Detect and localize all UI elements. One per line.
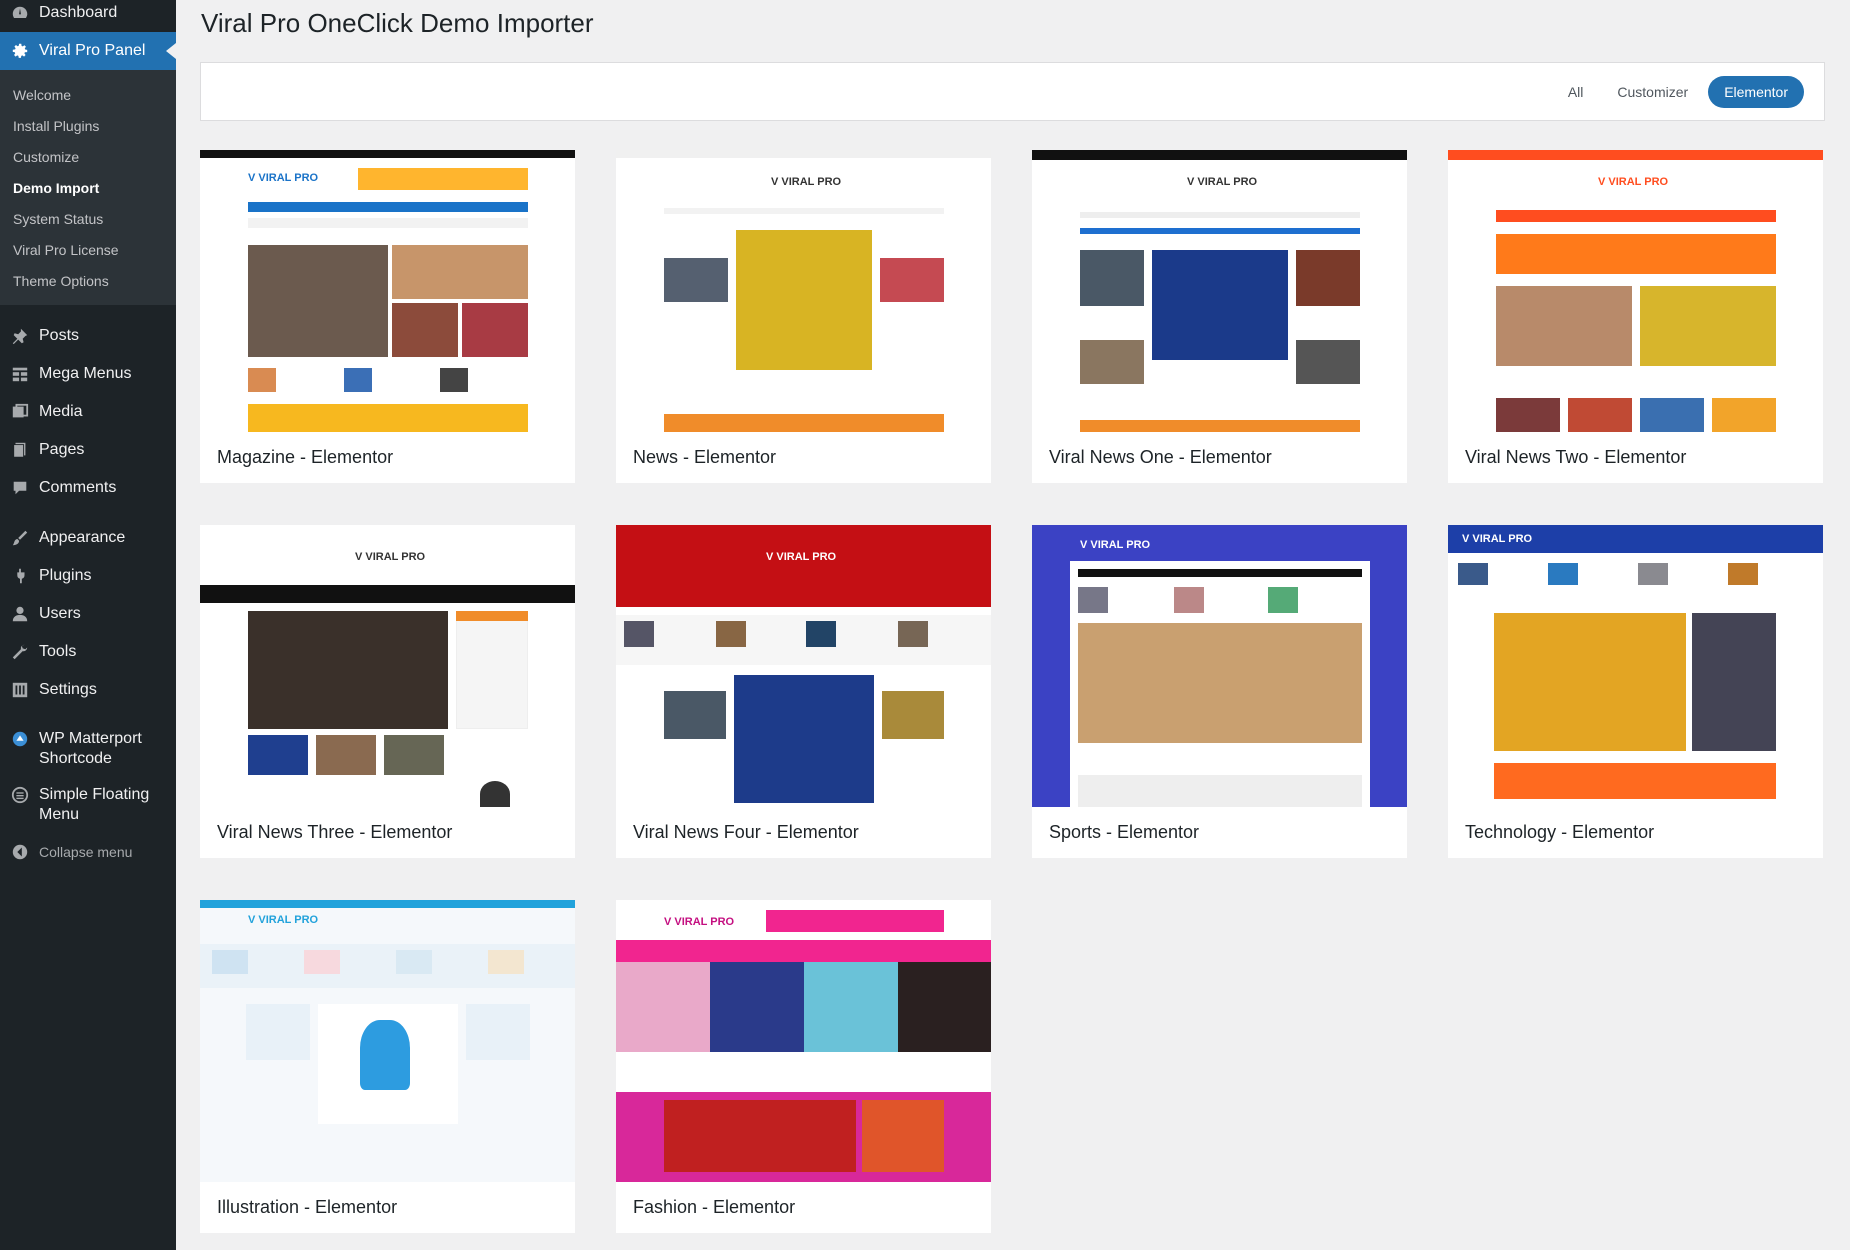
settings-sliders-icon: [10, 680, 30, 700]
page-icon: [10, 440, 30, 460]
page-title: Viral Pro OneClick Demo Importer: [201, 8, 594, 38]
menu-posts[interactable]: Posts: [0, 317, 176, 355]
menu-mega-menus[interactable]: Mega Menus: [0, 355, 176, 393]
menu-wp-matterport[interactable]: WP Matterport Shortcode: [0, 721, 176, 777]
submenu-demo-import[interactable]: Demo Import: [0, 173, 176, 204]
demo-thumbnail: V VIRAL PRO: [616, 150, 991, 432]
demo-title: Illustration - Elementor: [217, 1197, 398, 1217]
menu-pages[interactable]: Pages: [0, 431, 176, 469]
admin-sidebar: Dashboard Viral Pro Panel Welcome Instal…: [0, 0, 176, 1250]
submenu-customize[interactable]: Customize: [0, 142, 176, 173]
brush-icon: [10, 528, 30, 548]
demo-thumbnail: V VIRAL PRO: [616, 525, 991, 807]
demo-title: Technology - Elementor: [1465, 822, 1655, 842]
menu-plugins[interactable]: Plugins: [0, 557, 176, 595]
menu-panel-label: Viral Pro Panel: [39, 42, 146, 59]
menu-media-label: Media: [39, 403, 83, 420]
menu-comments-label: Comments: [39, 479, 117, 496]
demo-title: Viral News Two - Elementor: [1465, 447, 1687, 467]
menu-pages-label: Pages: [39, 441, 85, 458]
user-icon: [10, 604, 30, 624]
wrench-icon: [10, 642, 30, 662]
demo-card-viral-news-four[interactable]: V VIRAL PRO Viral News Four - Elementor: [616, 525, 991, 858]
submenu-install-plugins[interactable]: Install Plugins: [0, 111, 176, 142]
filter-group: All Customizer Elementor: [1548, 76, 1804, 108]
menu-media[interactable]: Media: [0, 393, 176, 431]
menu-tools-label: Tools: [39, 643, 77, 660]
demo-title: Magazine - Elementor: [217, 447, 394, 467]
gear-icon: [10, 41, 30, 61]
submenu-welcome[interactable]: Welcome: [0, 80, 176, 111]
demo-thumbnail: V VIRAL PRO: [1448, 525, 1823, 807]
demo-thumbnail: V VIRAL PRO: [200, 525, 575, 807]
demo-card-technology[interactable]: V VIRAL PRO Technology - Elementor: [1448, 525, 1823, 858]
menu-mega-label: Mega Menus: [39, 365, 132, 382]
filter-elementor[interactable]: Elementor: [1708, 76, 1804, 108]
menu-settings-label: Settings: [39, 681, 97, 698]
menu-comments[interactable]: Comments: [0, 469, 176, 507]
menu-posts-label: Posts: [39, 327, 80, 344]
demo-title: Fashion - Elementor: [633, 1197, 796, 1217]
pin-icon: [10, 326, 30, 346]
menu-users-label: Users: [39, 605, 81, 622]
filter-bar: All Customizer Elementor: [200, 62, 1825, 121]
menu-simple-floating[interactable]: Simple Floating Menu: [0, 777, 176, 833]
demo-thumbnail: V VIRAL PRO: [1032, 525, 1407, 807]
menu-appearance-label: Appearance: [39, 529, 126, 546]
dashboard-icon: [10, 3, 30, 23]
demo-card-news[interactable]: V VIRAL PRO News - Elementor: [616, 150, 991, 483]
demo-thumbnail: V VIRAL PRO: [1448, 150, 1823, 432]
collapse-menu-button[interactable]: Collapse menu: [0, 833, 176, 871]
menu-settings[interactable]: Settings: [0, 671, 176, 709]
menu-plugins-label: Plugins: [39, 567, 92, 584]
collapse-icon: [10, 842, 30, 862]
submenu-theme-options[interactable]: Theme Options: [0, 266, 176, 297]
panel-submenu: Welcome Install Plugins Customize Demo I…: [0, 70, 176, 305]
demo-thumbnail: V VIRAL PRO: [200, 150, 575, 432]
menu-users[interactable]: Users: [0, 595, 176, 633]
submenu-license[interactable]: Viral Pro License: [0, 235, 176, 266]
demo-card-viral-news-one[interactable]: V VIRAL PRO Viral News One - Elementor: [1032, 150, 1407, 483]
demo-title: Viral News One - Elementor: [1049, 447, 1272, 467]
demo-card-magazine[interactable]: V VIRAL PRO Magazine - Elementor: [200, 150, 575, 483]
submenu-system-status[interactable]: System Status: [0, 204, 176, 235]
menu-tools[interactable]: Tools: [0, 633, 176, 671]
menu-floating-label: Simple Floating Menu: [39, 786, 150, 823]
demo-card-viral-news-three[interactable]: V VIRAL PRO Viral News Three - Elementor: [200, 525, 575, 858]
demo-title: Viral News Four - Elementor: [633, 822, 859, 842]
filter-customizer[interactable]: Customizer: [1603, 76, 1702, 108]
demo-title: Sports - Elementor: [1049, 822, 1200, 842]
demo-card-viral-news-two[interactable]: V VIRAL PRO Viral News Two - Elementor: [1448, 150, 1823, 483]
menu-viral-pro-panel[interactable]: Viral Pro Panel: [0, 32, 176, 70]
demo-thumbnail: V VIRAL PRO: [616, 900, 991, 1182]
demo-title: Viral News Three - Elementor: [217, 822, 453, 842]
menu-matterport-label: WP Matterport Shortcode: [39, 730, 142, 767]
demo-thumbnail: V VIRAL PRO: [200, 900, 575, 1182]
main-content: Viral Pro OneClick Demo Importer All Cus…: [176, 0, 1850, 1250]
floating-menu-icon: [10, 785, 30, 805]
filter-all[interactable]: All: [1554, 76, 1598, 108]
menu-dashboard-label: Dashboard: [39, 4, 118, 21]
demo-card-fashion[interactable]: V VIRAL PRO Fashion - Elementor: [616, 900, 991, 1233]
grid-icon: [10, 364, 30, 384]
demo-thumbnail: V VIRAL PRO: [1032, 150, 1407, 432]
menu-dashboard[interactable]: Dashboard: [0, 0, 176, 32]
matterport-icon: [10, 729, 30, 749]
demo-title: News - Elementor: [633, 447, 777, 467]
comment-icon: [10, 478, 30, 498]
plug-icon: [10, 566, 30, 586]
menu-appearance[interactable]: Appearance: [0, 519, 176, 557]
media-icon: [10, 402, 30, 422]
demo-card-illustration[interactable]: V VIRAL PRO Illustration - Elementor: [200, 900, 575, 1233]
collapse-label: Collapse menu: [39, 844, 133, 860]
demo-card-sports[interactable]: V VIRAL PRO Sports - Elementor: [1032, 525, 1407, 858]
